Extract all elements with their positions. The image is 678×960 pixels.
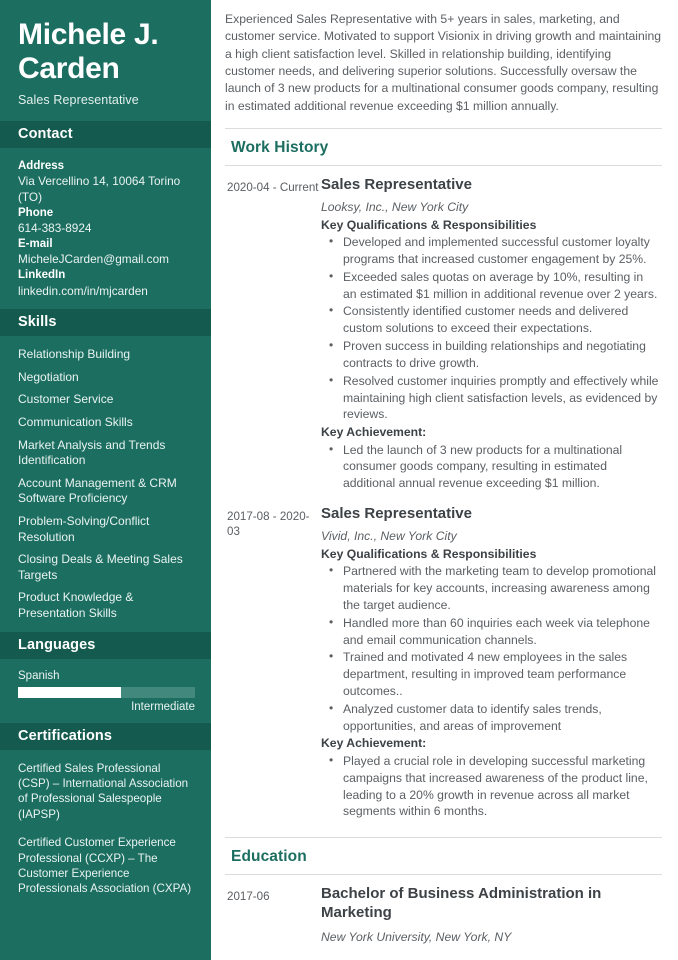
divider: [225, 127, 662, 129]
language-item: Spanish Intermediate: [18, 670, 195, 713]
bullet-item: Resolved customer inquiries promptly and…: [325, 372, 660, 423]
education-school: New York University, New York, NY: [321, 929, 512, 944]
sidebar-section-header-languages: Languages: [0, 631, 211, 659]
skill-item: Product Knowledge & Presentation Skills: [18, 590, 134, 620]
certifications-list: Certified Sales Professional (CSP) – Int…: [0, 750, 211, 907]
contact-label: E-mail: [18, 237, 53, 250]
contact-field: Address Via Vercellino 14, 10064 Torino …: [18, 159, 195, 206]
contact-field: LinkedIn linkedin.com/in/mjcarden: [18, 268, 195, 299]
divider: [225, 874, 662, 876]
achievement-label: Key Achievement:: [321, 736, 427, 751]
contact-value-address: Via Vercellino 14, 10064 Torino (TO): [18, 174, 181, 204]
bullet-item: Played a crucial role in developing succ…: [325, 752, 660, 820]
skill-item: Account Management & CRM Software Profic…: [18, 475, 177, 506]
skill-item: Closing Deals & Meeting Sales Targets: [18, 552, 183, 582]
bullet-item: Analyzed customer data to identify sales…: [325, 700, 660, 735]
resume-page: Michele J. Carden Sales Representative C…: [0, 0, 678, 960]
achievements-list: Led the launch of 3 new products for a m…: [325, 441, 660, 492]
candidate-job-title: Sales Representative: [18, 92, 139, 107]
name-block: Michele J. Carden Sales Representative: [0, 0, 211, 121]
education-entry: 2017-06 Bachelor of Business Administrat…: [225, 885, 662, 945]
work-entry: 2020-04 - Current Sales Representative L…: [225, 176, 662, 493]
achievements-list: Played a crucial role in developing succ…: [325, 752, 660, 820]
divider: [225, 164, 662, 166]
bullet-item: Proven success in building relationships…: [325, 337, 660, 372]
bullet-item: Handled more than 60 inquiries each week…: [325, 614, 660, 649]
language-proficiency-bar: [18, 686, 195, 698]
work-entry-role: Sales Representative: [321, 505, 472, 523]
work-entry-date: 2020-04 - Current: [227, 180, 319, 194]
language-proficiency-fill: [18, 686, 121, 698]
skill-item: Relationship Building: [18, 347, 131, 362]
qualifications-list: Partnered with the marketing team to dev…: [325, 562, 660, 735]
work-entry-organization: Vivid, Inc., New York City: [321, 528, 457, 543]
skill-item: Negotiation: [18, 369, 79, 384]
education-entry-body: Bachelor of Business Administration in M…: [321, 885, 662, 945]
skill-item: Communication Skills: [18, 415, 133, 430]
section-title-work-history: Work History: [231, 138, 329, 156]
skill-item: Market Analysis and Trends Identificatio…: [18, 437, 166, 468]
bullet-item: Developed and implemented successful cus…: [325, 233, 660, 268]
certification-item: Certified Customer Experience Profession…: [18, 836, 192, 896]
contact-field: E-mail MicheleJCarden@gmail.com: [18, 237, 195, 268]
skills-list: Relationship Building Negotiation Custom…: [0, 336, 211, 631]
certification-item: Certified Sales Professional (CSP) – Int…: [18, 761, 189, 821]
qualifications-label: Key Qualifications & Responsibilities: [321, 546, 537, 561]
work-entry-role: Sales Representative: [321, 175, 472, 193]
skill-item: Problem-Solving/Conflict Resolution: [18, 514, 150, 544]
work-entry-body: Sales Representative Vivid, Inc., New Yo…: [321, 505, 662, 821]
contact-label: LinkedIn: [18, 269, 66, 282]
contact-value-email[interactable]: MicheleJCarden@gmail.com: [18, 252, 195, 268]
work-entry-body: Sales Representative Looksy, Inc., New Y…: [321, 176, 662, 493]
contact-value-linkedin[interactable]: linkedin.com/in/mjcarden: [18, 284, 195, 300]
contact-list: Address Via Vercellino 14, 10064 Torino …: [0, 148, 211, 310]
divider: [225, 837, 662, 839]
languages-list: Spanish Intermediate: [0, 659, 211, 723]
education-entry-date: 2017-06: [227, 890, 270, 904]
work-entry-organization: Looksy, Inc., New York City: [321, 199, 469, 214]
qualifications-list: Developed and implemented successful cus…: [325, 233, 660, 423]
sidebar-section-header-skills: Skills: [0, 309, 211, 337]
main-content: Experienced Sales Representative with 5+…: [211, 0, 678, 960]
contact-field: Phone 614-383-8924: [18, 206, 195, 237]
skill-item: Customer Service: [18, 392, 114, 407]
bullet-item: Exceeded sales quotas on average by 10%,…: [325, 268, 660, 303]
achievement-label: Key Achievement:: [321, 425, 427, 440]
qualifications-label: Key Qualifications & Responsibilities: [321, 217, 537, 232]
sidebar-section-header-certifications: Certifications: [0, 722, 211, 750]
sidebar-section-header-contact: Contact: [0, 120, 211, 148]
work-entry: 2017-08 - 2020-03 Sales Representative V…: [225, 505, 662, 821]
bullet-item: Trained and motivated 4 new employees in…: [325, 648, 660, 699]
contact-label: Phone: [18, 206, 54, 219]
bullet-item: Partnered with the marketing team to dev…: [325, 562, 660, 613]
section-title-education: Education: [231, 848, 307, 866]
education-degree: Bachelor of Business Administration in M…: [321, 885, 602, 921]
candidate-name: Michele J. Carden: [18, 18, 159, 85]
professional-summary: Experienced Sales Representative with 5+…: [225, 12, 662, 113]
work-entry-date: 2017-08 - 2020-03: [227, 510, 310, 539]
contact-value-phone: 614-383-8924: [18, 221, 92, 236]
language-name: Spanish: [18, 669, 60, 682]
language-level-label: Intermediate: [131, 700, 195, 713]
sidebar: Michele J. Carden Sales Representative C…: [0, 0, 211, 960]
bullet-item: Led the launch of 3 new products for a m…: [325, 441, 660, 492]
bullet-item: Consistently identified customer needs a…: [325, 302, 660, 337]
contact-label: Address: [18, 159, 65, 172]
